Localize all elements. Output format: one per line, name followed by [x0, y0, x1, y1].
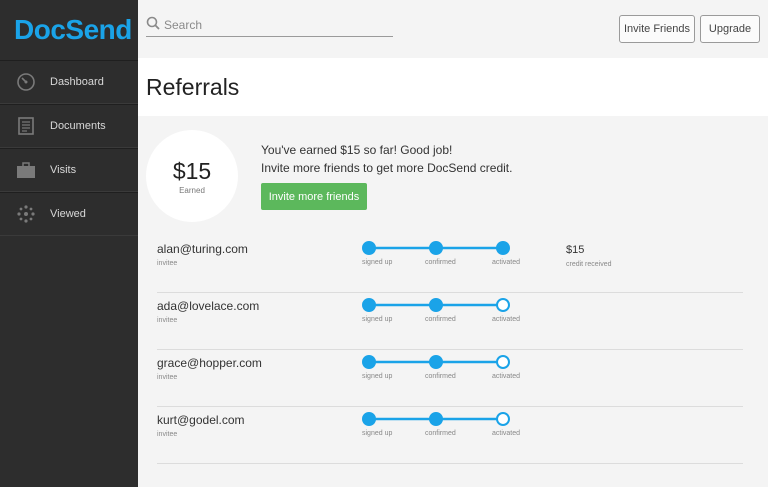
step-dot-signed-up — [362, 412, 376, 426]
referral-progress-steps: signed up confirmed activated — [362, 296, 532, 326]
invite-prompt-message: Invite more friends to get more DocSend … — [261, 161, 513, 175]
step-label: activated — [492, 373, 521, 380]
step-label: signed up — [362, 373, 393, 380]
docsend-logo[interactable]: DocSend — [0, 0, 138, 60]
credit-amount: $15 — [566, 244, 585, 256]
step-dot-activated — [496, 241, 510, 255]
referral-row: grace@hopper.com invitee signed up confirme… — [157, 350, 743, 407]
step-label: confirmed — [425, 259, 456, 266]
referral-progress-steps: signed up confirmed activated — [362, 353, 532, 383]
step-dot-confirmed — [429, 412, 443, 426]
progress-track — [362, 355, 510, 369]
credit-label: credit received — [566, 261, 612, 268]
invite-friends-button[interactable]: Invite Friends — [619, 15, 695, 43]
step-dot-confirmed — [429, 298, 443, 312]
referral-row: ada@lovelace.com invitee signed up confirme… — [157, 293, 743, 350]
invite-more-friends-button[interactable]: Invite more friends — [261, 183, 367, 210]
title-bar: Referrals — [138, 58, 768, 116]
step-label: activated — [492, 259, 521, 266]
step-dot-activated — [496, 412, 510, 426]
earned-message: You've earned $15 so far! Good job! — [261, 143, 453, 157]
sidebar-item-label: Visits — [50, 164, 77, 176]
step-dot-signed-up — [362, 355, 376, 369]
progress-track — [362, 298, 510, 312]
step-dot-signed-up — [362, 298, 376, 312]
progress-track — [362, 412, 510, 426]
step-dot-confirmed — [429, 241, 443, 255]
step-label: confirmed — [425, 316, 456, 323]
sidebar-item-dashboard[interactable]: Dashboard — [0, 60, 138, 104]
step-label: signed up — [362, 430, 393, 437]
referral-row: kurt@godel.com invitee signed up confirmed a… — [157, 407, 743, 464]
main-area: Invite Friends Upgrade Referrals $15 Ear… — [138, 0, 768, 487]
referral-role-label: invitee — [157, 260, 178, 267]
step-dot-signed-up — [362, 241, 376, 255]
dashboard-gauge-icon — [16, 72, 36, 92]
sidebar: DocSend Dashboard Documents Visits Viewe… — [0, 0, 138, 487]
referral-role-label: invitee — [157, 374, 178, 381]
referral-email: ada@lovelace.com — [157, 299, 260, 313]
referral-email: grace@hopper.com — [157, 356, 262, 370]
progress-track — [362, 241, 510, 255]
step-label: signed up — [362, 316, 393, 323]
step-label: activated — [492, 430, 521, 437]
documents-icon — [16, 116, 36, 136]
referral-email: kurt@godel.com — [157, 413, 245, 427]
referral-progress-steps: signed up confirmed activated — [362, 239, 532, 269]
step-dot-activated — [496, 298, 510, 312]
sidebar-item-label: Dashboard — [50, 76, 104, 88]
sidebar-item-documents[interactable]: Documents — [0, 104, 138, 148]
sidebar-item-visits[interactable]: Visits — [0, 148, 138, 192]
step-label: confirmed — [425, 373, 456, 380]
briefcase-icon — [16, 160, 36, 180]
sidebar-item-label: Documents — [50, 120, 106, 132]
referral-role-label: invitee — [157, 431, 178, 438]
top-bar: Invite Friends Upgrade — [138, 0, 768, 58]
step-dot-activated — [496, 355, 510, 369]
earned-summary-circle: $15 Earned — [146, 130, 238, 222]
referrals-content: $15 Earned You've earned $15 so far! Goo… — [138, 116, 768, 487]
referral-role-label: invitee — [157, 317, 178, 324]
step-label: activated — [492, 316, 521, 323]
search-input[interactable] — [164, 18, 384, 32]
referral-progress-steps: signed up confirmed activated — [362, 410, 532, 440]
upgrade-button[interactable]: Upgrade — [700, 15, 760, 43]
sidebar-item-viewed[interactable]: Viewed — [0, 192, 138, 236]
page-title: Referrals — [146, 74, 240, 100]
step-dot-confirmed — [429, 355, 443, 369]
step-label: confirmed — [425, 430, 456, 437]
earned-label: Earned — [179, 185, 205, 195]
sidebar-item-label: Viewed — [50, 208, 86, 220]
step-label: signed up — [362, 259, 393, 266]
referral-email: alan@turing.com — [157, 242, 248, 256]
earned-amount: $15 — [172, 157, 212, 184]
search-icon — [146, 16, 164, 35]
search-bar[interactable] — [146, 14, 393, 37]
referral-row: alan@turing.com invitee signed up confirmed… — [157, 236, 743, 293]
viewed-dots-icon — [16, 204, 36, 224]
